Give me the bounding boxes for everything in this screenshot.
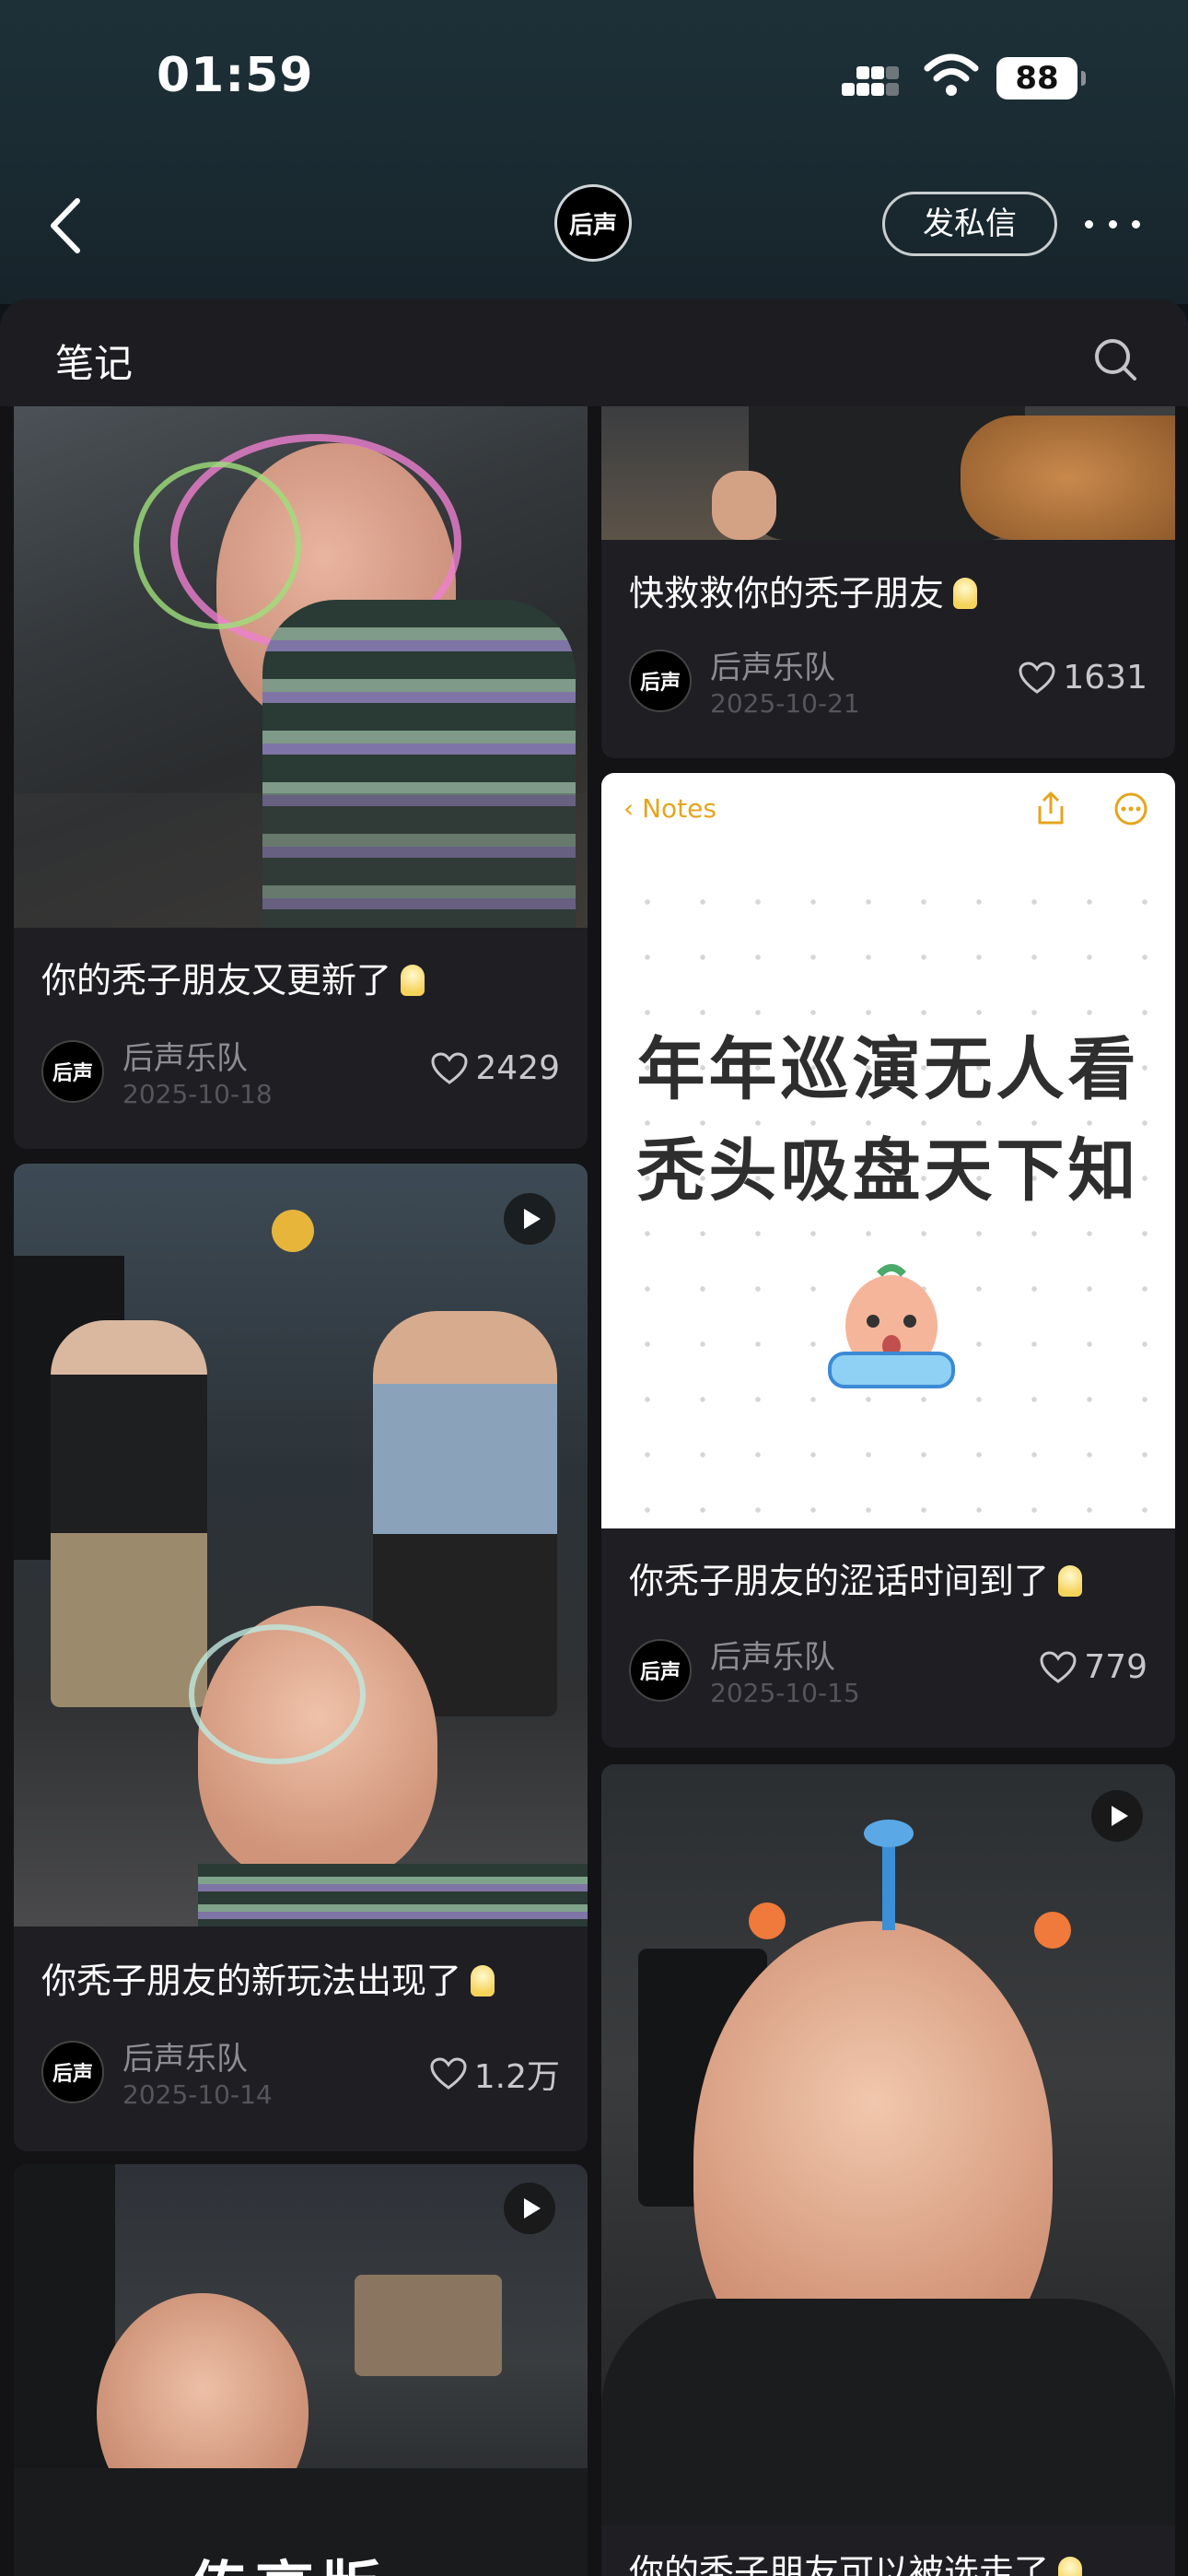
dot-icon bbox=[1132, 219, 1140, 228]
author-name: 后声乐队 bbox=[122, 1040, 248, 1077]
lightbulb-icon bbox=[1058, 2557, 1083, 2576]
dot-icon bbox=[1108, 219, 1117, 228]
lightbulb-icon bbox=[953, 578, 978, 609]
post-card[interactable]: 快救救你的秃子朋友 后声 后声乐队 2025-10-21 1631 bbox=[601, 406, 1175, 758]
heart-icon bbox=[431, 1051, 468, 1084]
heart-icon bbox=[1019, 661, 1055, 694]
post-title: 你的秃子朋友又更新了 bbox=[41, 952, 425, 1002]
section-title: 笔记 bbox=[55, 341, 134, 386]
post-card[interactable]: 你秃子朋友的新玩法出现了 后声 后声乐队 2025-10-14 1.2万 bbox=[14, 1164, 588, 2151]
more-options-button[interactable] bbox=[1085, 208, 1140, 240]
battery-indicator: 88 bbox=[996, 57, 1086, 100]
author-avatar: 后声 bbox=[629, 650, 692, 712]
post-date: 2025-10-18 bbox=[122, 1079, 273, 1109]
post-cover-image bbox=[14, 406, 588, 928]
post-card[interactable]: ‹ Notes 年年巡演无人看 秃头吸盘天下知 你秃子朋友的涩话时间到了 后声 … bbox=[601, 773, 1175, 1748]
crying-sticker-icon bbox=[828, 1264, 955, 1388]
video-play-icon bbox=[504, 2183, 555, 2234]
cover-caption: 传高版 bbox=[189, 2542, 388, 2576]
search-icon[interactable] bbox=[1092, 336, 1138, 382]
post-cover-image: 传高版 bbox=[14, 2164, 588, 2576]
account-avatar[interactable]: 后声 bbox=[554, 184, 632, 262]
notes-panel: 笔记 你的秃子朋友又更新了 后声 后声乐队 2025-10-18 2429 你秃… bbox=[0, 299, 1188, 2576]
like-button[interactable]: 1.2万 bbox=[430, 2050, 560, 2098]
post-card[interactable]: 传高版 bbox=[14, 2164, 588, 2576]
author-avatar: 后声 bbox=[41, 2041, 104, 2103]
video-play-icon bbox=[1091, 1790, 1143, 1842]
top-bar: 01:59 88 后声 发私信 bbox=[0, 0, 1188, 304]
author-name: 后声乐队 bbox=[122, 2041, 248, 2078]
heart-icon bbox=[1040, 1650, 1077, 1683]
cellular-signal-icon bbox=[842, 63, 899, 101]
author-name: 后声乐队 bbox=[710, 650, 835, 686]
lightbulb-icon bbox=[471, 1965, 495, 1996]
status-time: 01:59 bbox=[157, 48, 314, 103]
notes-feed: 你的秃子朋友又更新了 后声 后声乐队 2025-10-18 2429 你秃子朋友… bbox=[0, 406, 1188, 2576]
dot-icon bbox=[1085, 219, 1093, 228]
notes-header: 笔记 bbox=[0, 299, 1188, 406]
post-title: 你的秃子朋友可以被选走了 bbox=[629, 2544, 1083, 2576]
wifi-icon bbox=[924, 53, 979, 96]
author-avatar: 后声 bbox=[41, 1040, 104, 1103]
author-avatar: 后声 bbox=[629, 1639, 692, 1702]
post-card[interactable]: 你的秃子朋友可以被选走了 bbox=[601, 1764, 1175, 2576]
heart-icon bbox=[430, 2057, 467, 2090]
author-name: 后声乐队 bbox=[710, 1639, 835, 1676]
post-title: 你秃子朋友的涩话时间到了 bbox=[629, 1552, 1083, 1603]
send-message-button[interactable]: 发私信 bbox=[882, 192, 1057, 256]
post-cover-image: ‹ Notes 年年巡演无人看 秃头吸盘天下知 bbox=[601, 773, 1175, 1528]
like-button[interactable]: 1631 bbox=[1019, 659, 1147, 697]
lightbulb-icon bbox=[1058, 1565, 1083, 1597]
post-card[interactable]: 你的秃子朋友又更新了 后声 后声乐队 2025-10-18 2429 bbox=[14, 406, 588, 1149]
back-button[interactable] bbox=[44, 195, 90, 256]
like-count: 1631 bbox=[1063, 659, 1147, 697]
post-date: 2025-10-14 bbox=[122, 2079, 273, 2110]
like-count: 2429 bbox=[475, 1049, 560, 1087]
post-title: 快救救你的秃子朋友 bbox=[629, 565, 978, 615]
post-date: 2025-10-21 bbox=[710, 688, 860, 719]
notes-text-line-2: 秃头吸盘天下知 bbox=[636, 1131, 1140, 1211]
like-count: 779 bbox=[1084, 1648, 1147, 1686]
post-date: 2025-10-15 bbox=[710, 1678, 860, 1708]
lightbulb-icon bbox=[401, 965, 425, 996]
like-count: 1.2万 bbox=[473, 2058, 560, 2096]
post-cover-image bbox=[601, 1764, 1175, 2525]
ellipsis-icon bbox=[1114, 792, 1147, 825]
post-title: 你秃子朋友的新玩法出现了 bbox=[41, 1952, 495, 2003]
like-button[interactable]: 779 bbox=[1040, 1648, 1147, 1686]
post-cover-image bbox=[601, 406, 1175, 540]
share-icon bbox=[1038, 791, 1064, 825]
post-cover-image bbox=[14, 1164, 588, 1926]
like-button[interactable]: 2429 bbox=[431, 1049, 560, 1087]
video-play-icon bbox=[504, 1193, 555, 1245]
notes-back-link: ‹ Notes bbox=[623, 793, 716, 824]
notes-text-line-1: 年年巡演无人看 bbox=[636, 1030, 1140, 1109]
